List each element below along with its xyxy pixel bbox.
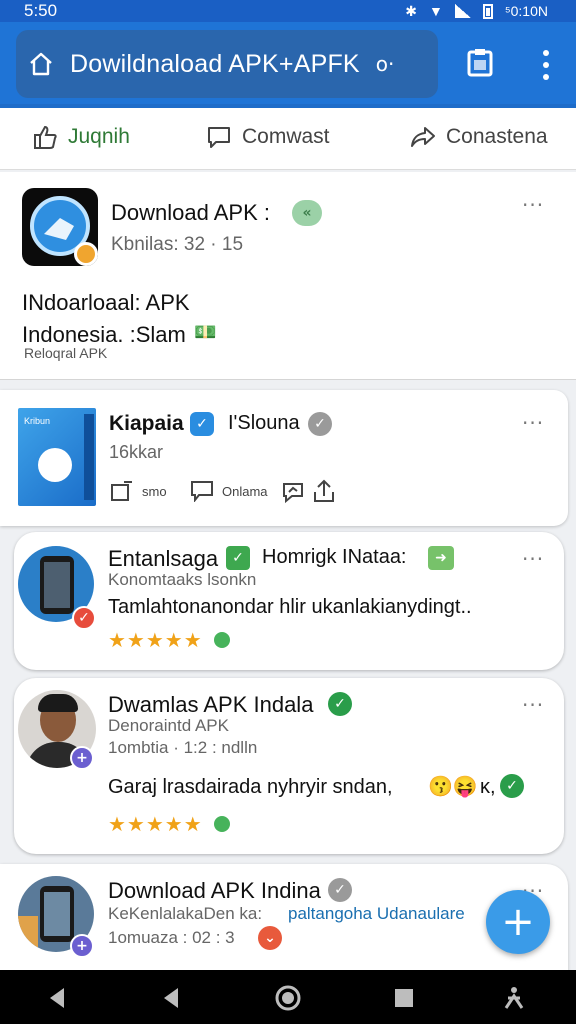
comment-icon [206, 124, 232, 150]
overflow-menu-button[interactable] [536, 50, 556, 80]
recents-icon[interactable] [390, 984, 418, 1012]
tab-comment[interactable]: Comwast [206, 124, 330, 150]
verified-check-icon: ✓ [226, 546, 250, 570]
post-5-meta: 1omuaza : 02 : 3 [108, 928, 235, 948]
post-2-more-button[interactable]: ··· [522, 418, 544, 428]
upload-icon[interactable] [312, 478, 336, 504]
post-1-body-line-1: INdoarloaal: APK [22, 290, 190, 316]
reaction-icon: ⌄ [258, 926, 282, 950]
app-logo [22, 188, 98, 266]
key-icon[interactable]: o· [376, 52, 395, 76]
status-bar: 5:50 ✱ ▼ ⁵0:10N [0, 0, 576, 22]
bluetooth-icon: ✱ [405, 3, 417, 20]
post-card-2[interactable]: Kribun Kiapaia ✓ I'Slouna ✓ 16kkar ··· s… [0, 390, 568, 526]
reaction-badge-icon: ✓ [72, 606, 96, 630]
post-3-more-button[interactable]: ··· [522, 554, 544, 564]
square-icon [110, 480, 134, 502]
chat-icon[interactable] [280, 480, 306, 504]
post-card-1[interactable]: Download APK : « Kbnilas: 32 · 15 ··· IN… [0, 172, 576, 380]
status-dot-icon [214, 816, 230, 832]
post-4-subtitle: Denoraintd APK [108, 716, 229, 736]
post-4-title[interactable]: Dwamlas APK Indala [108, 692, 313, 718]
post-5-link[interactable]: paltangoha Udanaulare [288, 904, 465, 924]
thumbnail-label: Kribun [24, 416, 50, 426]
home-icon[interactable] [28, 51, 54, 77]
post-4-meta: 1ombtia · 1:2 : ndlln [108, 738, 257, 758]
wifi-icon: ▼ [429, 3, 443, 19]
rating-stars: ★★★★★ [108, 812, 203, 836]
app-bar: Dowildnaload APK+APFK o· [0, 22, 576, 106]
post-card-4[interactable]: + Dwamlas APK Indala ✓ Denoraintd APK 1o… [14, 678, 564, 854]
forward-icon: ➜ [428, 546, 454, 570]
status-icons: ✱ ▼ ⁵0:10N [405, 3, 548, 20]
post-5-title[interactable]: Download APK Indina [108, 878, 321, 904]
post-4-more-button[interactable]: ··· [522, 700, 544, 710]
action-bar: Juqnih Comwast Conastena [0, 108, 576, 170]
signal-icon [455, 4, 471, 18]
post-1-title[interactable]: Download APK : [111, 200, 270, 226]
tab-share-label: Conastena [446, 125, 548, 149]
add-badge-icon: + [70, 746, 94, 770]
tab-like[interactable]: Juqnih [32, 124, 130, 150]
post-3-title-secondary: Homrigk INataa: [262, 546, 407, 569]
post-2-action-2-label: Onlama [222, 484, 268, 499]
url-text[interactable]: Dowildnaload APK+APFK [70, 50, 360, 79]
money-emoji-icon: 💵 [194, 322, 216, 343]
app-box-thumbnail: Kribun [18, 408, 96, 506]
post-3-title[interactable]: Entanlsaga [108, 546, 218, 572]
add-badge-icon: + [70, 934, 94, 958]
post-2-title-secondary: I'Slouna [228, 412, 300, 435]
tab-like-label: Juqnih [68, 125, 130, 149]
back-icon[interactable] [44, 984, 72, 1012]
comment-icon [190, 480, 214, 502]
home-nav-icon[interactable] [274, 984, 302, 1012]
tabs-icon[interactable] [466, 48, 494, 78]
tab-share[interactable]: Conastena [410, 124, 548, 150]
post-1-subtitle: Kbnilas: 32 · 15 [111, 234, 243, 256]
share-icon [410, 124, 436, 150]
verified-badge-icon: « [292, 200, 322, 226]
post-4-body-trail: ĸ, [480, 776, 496, 799]
post-5-subtitle: KeKenlalakaDen ka: [108, 904, 262, 924]
battery-icon [483, 4, 493, 19]
thumbs-up-icon [32, 124, 58, 150]
rating-stars: ★★★★★ [108, 628, 203, 652]
status-time: 5:50 [24, 1, 57, 21]
tab-comment-label: Comwast [242, 125, 330, 149]
address-bar[interactable]: Dowildnaload APK+APFK o· [16, 30, 438, 98]
accessibility-icon[interactable] [500, 984, 528, 1012]
status-dot-icon [214, 632, 230, 648]
verified-check-icon: ✓ [328, 692, 352, 716]
back-alt-icon[interactable] [158, 984, 186, 1012]
post-1-footnote: Reloqral APK [24, 345, 107, 361]
post-2-action-1-label: smo [142, 484, 167, 499]
post-2-action-1[interactable]: smo [110, 480, 167, 502]
post-4-body: Garaj lrasdairada nyhryir sndan, [108, 776, 393, 799]
system-nav-bar [0, 970, 576, 1024]
post-1-more-button[interactable]: ··· [522, 200, 544, 210]
verified-check-icon: ✓ [190, 412, 214, 436]
post-2-title[interactable]: Kiapaia [109, 412, 184, 436]
check-icon: ✓ [500, 774, 524, 798]
post-3-subtitle: Konomtaaks lsonkn [108, 570, 256, 590]
compose-fab-button[interactable]: + [486, 890, 550, 954]
post-2-subtitle: 16kkar [109, 442, 163, 463]
status-right-text: ⁵0:10N [505, 3, 548, 19]
verified-grey-icon: ✓ [328, 878, 352, 902]
emoji-icon: 😗😝 [428, 774, 478, 799]
verified-grey-icon: ✓ [308, 412, 332, 436]
post-3-body: Tamlahtonanondar hlir ukanlakianydingt.. [108, 596, 472, 619]
post-2-action-2[interactable]: Onlama [190, 480, 268, 502]
post-card-3[interactable]: ✓ Entanlsaga ✓ Homrigk INataa: ➜ Konomta… [14, 532, 564, 670]
post-card-5[interactable]: + Download APK Indina ✓ KeKenlalakaDen k… [0, 864, 568, 974]
